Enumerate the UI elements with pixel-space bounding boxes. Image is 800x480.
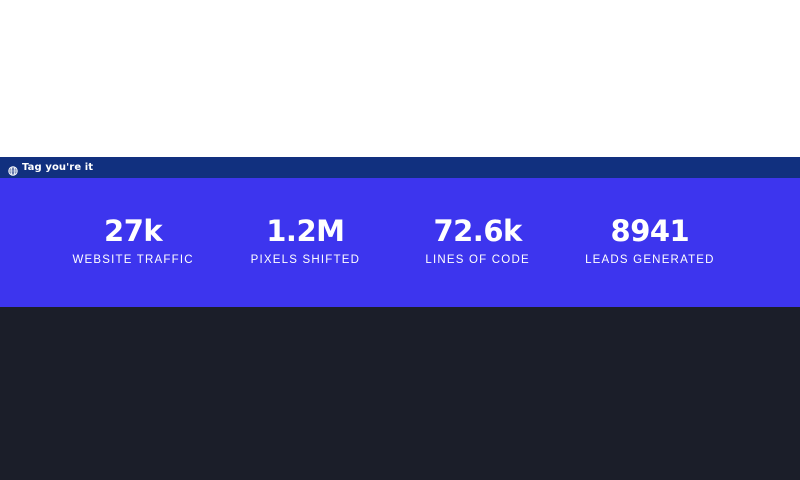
stat-label: LEADS GENERATED	[585, 254, 715, 266]
stat-value: 1.2M	[266, 214, 345, 248]
tag-label[interactable]: Tag you're it	[22, 162, 93, 173]
stat-label: LINES OF CODE	[425, 254, 530, 266]
stats-section: 27k WEBSITE TRAFFIC 1.2M PIXELS SHIFTED …	[0, 178, 800, 307]
stat-label: PIXELS SHIFTED	[250, 254, 361, 266]
stat-label: WEBSITE TRAFFIC	[72, 254, 194, 266]
stat-leads-generated: 8941 LEADS GENERATED	[564, 178, 736, 307]
page: Tag you're it 27k WEBSITE TRAFFIC 1.2M P…	[0, 0, 800, 480]
stat-pixels-shifted: 1.2M PIXELS SHIFTED	[219, 178, 391, 307]
stat-value: 27k	[104, 214, 163, 248]
footer-area	[0, 307, 800, 480]
blank-header-area	[0, 0, 800, 157]
stat-value: 72.6k	[433, 214, 522, 248]
tag-bar[interactable]: Tag you're it	[0, 157, 800, 178]
globe-icon	[8, 163, 18, 176]
stat-website-traffic: 27k WEBSITE TRAFFIC	[47, 178, 219, 307]
stat-value: 8941	[610, 214, 690, 248]
stat-lines-of-code: 72.6k LINES OF CODE	[392, 178, 564, 307]
